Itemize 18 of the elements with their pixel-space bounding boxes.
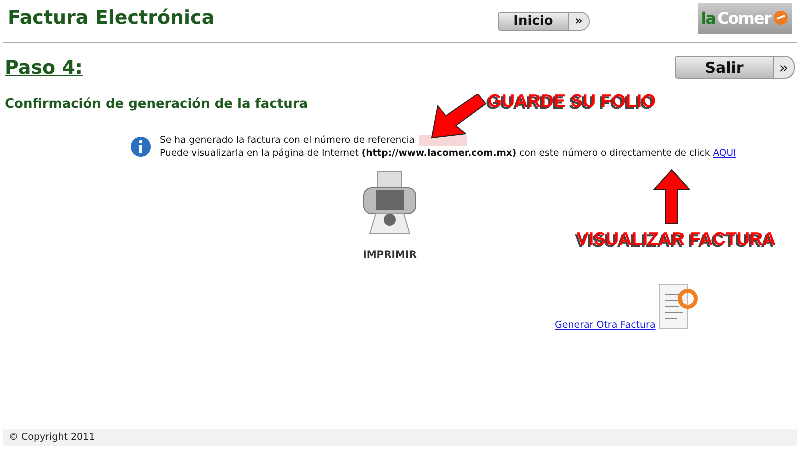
invoice-document-icon: [658, 283, 698, 331]
print-label[interactable]: IMPRIMIR: [363, 250, 417, 261]
info-message: Puede visualizarla en la página de Internet (http://www.lacomer.com.mx) con este número o directamente de click: [160, 148, 710, 159]
info-message: Se ha generado la factura con el número de referencia: [160, 135, 416, 146]
info-icon: [130, 136, 152, 158]
view-invoice-link[interactable]: AQUI: [713, 148, 736, 159]
page-title: Factura Electrónica: [8, 7, 216, 29]
logo-icon: [772, 10, 789, 26]
annotation-label: VISUALIZAR FACTURA: [577, 229, 776, 250]
section-subtitle: Confirmación de generación de la factura: [4, 96, 310, 112]
annotation-label: GUARDE SU FOLIO: [488, 91, 656, 112]
step-heading: Paso 4:: [5, 56, 84, 78]
exit-button[interactable]: Salir »: [675, 56, 795, 79]
printer-icon[interactable]: [362, 170, 418, 236]
new-invoice-link[interactable]: Generar Otra Factura: [555, 320, 656, 331]
store-logo: laComer: [698, 2, 792, 34]
copyright-footer: © Copyright 2011: [3, 429, 797, 446]
home-button[interactable]: Inicio »: [498, 12, 590, 30]
